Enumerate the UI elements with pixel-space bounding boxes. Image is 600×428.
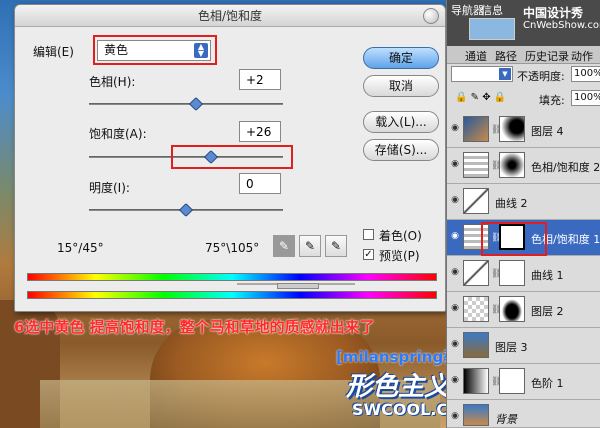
- panel-top-strip: 导航器 信息 中国设计秀 CnWebShow.com: [447, 0, 600, 46]
- curves-icon: [463, 260, 489, 286]
- layer-thumbnail: [463, 116, 489, 142]
- adjustment-icon: [463, 152, 489, 178]
- tutorial-caption: 6选中黄色 提高饱和度，整个马和草地的质感就出来了: [14, 318, 375, 336]
- layer-name: 图层 2: [531, 305, 564, 318]
- eye-icon[interactable]: ◉: [449, 195, 461, 207]
- hue-saturation-dialog: 色相/饱和度 编辑(E) 黄色 ▲▼ 色相(H): 饱和度(A): 明度(I):…: [14, 4, 446, 312]
- checkmark-icon: ✓: [364, 249, 373, 260]
- curves-icon: [463, 188, 489, 214]
- navigator-tab[interactable]: 导航器: [451, 2, 484, 18]
- levels-icon: [463, 368, 489, 394]
- layer-name: 色阶 1: [531, 377, 564, 390]
- watermark-logo-text: 形色主义: [346, 372, 451, 402]
- hue-slider-handle[interactable]: [188, 96, 203, 112]
- tab-channels[interactable]: 通道: [465, 48, 487, 64]
- layer-thumbnail: [463, 332, 489, 358]
- colorize-label: 着色(O): [379, 229, 422, 243]
- layer-mask-thumbnail: [499, 368, 525, 394]
- range-right-readout: 75°\105°: [205, 241, 260, 255]
- tab-history[interactable]: 历史记录: [525, 48, 569, 64]
- eye-icon[interactable]: ◉: [449, 267, 461, 279]
- eye-icon[interactable]: ◉: [449, 375, 461, 387]
- save-button[interactable]: 存储(S)...: [363, 139, 439, 161]
- eyedropper-icon[interactable]: ✎: [273, 235, 295, 257]
- navigator-thumbnail: [469, 18, 515, 40]
- eye-icon[interactable]: ◉: [449, 123, 461, 135]
- layer-row[interactable]: ◉ 曲线 2: [447, 184, 600, 220]
- layer-thumbnail: [463, 404, 489, 426]
- close-icon[interactable]: [423, 8, 439, 24]
- dialog-title: 色相/饱和度: [197, 9, 263, 23]
- lightness-input[interactable]: [239, 173, 281, 194]
- preview-checkbox[interactable]: ✓: [363, 249, 374, 260]
- colorize-checkbox[interactable]: [363, 229, 374, 240]
- eye-icon[interactable]: ◉: [449, 231, 461, 243]
- preview-label: 预览(P): [379, 249, 420, 263]
- layer-row[interactable]: ◉ ⛓ 图层 2: [447, 292, 600, 328]
- layer-row[interactable]: ◉ ⛓ 色阶 1: [447, 364, 600, 400]
- output-color-bar: [27, 291, 437, 299]
- hue-label: 色相(H):: [89, 75, 136, 89]
- range-adjuster-center[interactable]: [277, 283, 319, 289]
- eye-icon[interactable]: ◉: [449, 411, 461, 423]
- blend-mode-select[interactable]: ▼: [451, 66, 513, 82]
- input-color-bar: [27, 273, 437, 281]
- lightness-label: 明度(I):: [89, 181, 130, 195]
- hue-input[interactable]: [239, 69, 281, 90]
- saturation-label: 饱和度(A):: [89, 127, 147, 141]
- select-arrows-icon: ▼: [499, 68, 511, 80]
- eye-icon[interactable]: ◉: [449, 159, 461, 171]
- layer-name: 图层 3: [495, 341, 528, 354]
- tab-actions[interactable]: 动作: [571, 48, 593, 64]
- fill-input[interactable]: 100%: [571, 90, 600, 106]
- site-url-watermark: CnWebShow.com: [523, 20, 600, 31]
- highlight-saturation-slider: [171, 145, 293, 169]
- highlight-mask-thumbnail: [481, 222, 547, 256]
- layer-row[interactable]: ◉ 图层 3: [447, 328, 600, 364]
- lightness-slider-handle[interactable]: [178, 202, 194, 218]
- cancel-button[interactable]: 取消: [363, 75, 439, 97]
- layer-name: 背景: [495, 413, 517, 426]
- layer-row[interactable]: ◉ ⛓ 色相/饱和度 2: [447, 148, 600, 184]
- saturation-input[interactable]: [239, 121, 281, 142]
- opacity-label: 不透明度:: [517, 70, 565, 83]
- ok-button[interactable]: 确定: [363, 47, 439, 69]
- load-button[interactable]: 载入(L)...: [363, 111, 439, 133]
- tab-paths[interactable]: 路径: [495, 48, 517, 64]
- site-name-watermark: 中国设计秀: [523, 6, 584, 20]
- layer-mask-thumbnail: [499, 152, 525, 178]
- range-left-readout: 15°/45°: [57, 241, 104, 255]
- layer-name: 色相/饱和度 2: [531, 161, 600, 174]
- layer-thumbnail: [463, 296, 489, 322]
- layer-mask-thumbnail: [499, 116, 525, 142]
- panel-tabs: 通道 路径 历史记录 动作: [447, 46, 600, 64]
- highlight-edit-select: [93, 35, 217, 65]
- edit-label: 编辑(E): [33, 45, 74, 59]
- range-adjuster[interactable]: [237, 283, 355, 289]
- eye-icon[interactable]: ◉: [449, 303, 461, 315]
- eyedropper-add-icon[interactable]: ✎: [299, 235, 321, 257]
- layer-row[interactable]: ◉ 背景: [447, 400, 600, 428]
- layer-row[interactable]: ◉ ⛓ 曲线 1: [447, 256, 600, 292]
- layer-row[interactable]: ◉ ⛓ 图层 4: [447, 112, 600, 148]
- layers-panel: 导航器 信息 中国设计秀 CnWebShow.com 通道 路径 历史记录 动作…: [446, 0, 600, 428]
- layer-mask-thumbnail: [499, 260, 525, 286]
- layer-mask-thumbnail: [499, 296, 525, 322]
- dialog-titlebar[interactable]: 色相/饱和度: [15, 5, 445, 27]
- layer-name: 图层 4: [531, 125, 564, 138]
- fill-label: 填充:: [539, 94, 565, 107]
- info-tab[interactable]: 信息: [481, 2, 503, 18]
- layer-name: 曲线 2: [495, 197, 528, 210]
- lock-icons[interactable]: 🔒 ✎ ✥ 🔒: [455, 92, 506, 103]
- eye-icon[interactable]: ◉: [449, 339, 461, 351]
- hue-slider-track[interactable]: [89, 103, 283, 105]
- eyedropper-subtract-icon[interactable]: ✎: [325, 235, 347, 257]
- opacity-input[interactable]: 100%: [571, 66, 600, 82]
- layer-name: 曲线 1: [531, 269, 564, 282]
